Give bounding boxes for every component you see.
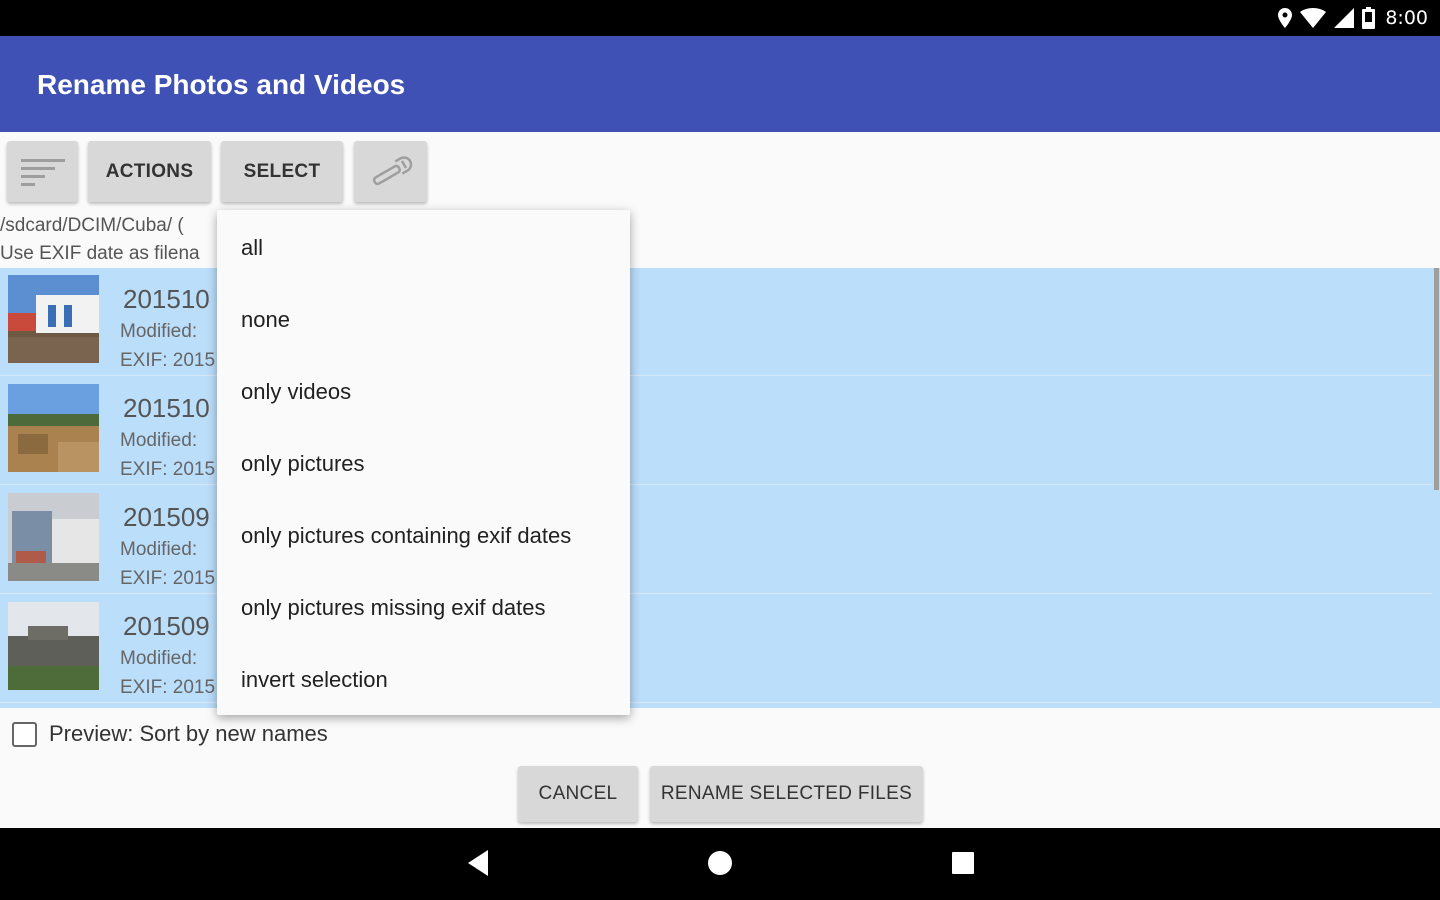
select-dropdown-menu: all none only videos only pictures only … — [217, 210, 630, 715]
status-bar: 8:00 — [0, 0, 1440, 36]
file-exif: EXIF: 2015 — [120, 459, 216, 480]
app-title: Rename Photos and Videos — [37, 69, 406, 100]
list-item[interactable]: 201510 Modified: EXIF: 2015 — [0, 268, 1432, 376]
file-exif: EXIF: 2015 — [120, 568, 216, 589]
file-thumbnail — [8, 275, 99, 363]
settings-button[interactable] — [354, 141, 427, 202]
menu-item-pictures-missing-exif[interactable]: only pictures missing exif dates — [217, 572, 630, 644]
file-name: 201510 — [123, 284, 210, 314]
wifi-icon — [1300, 8, 1327, 28]
signal-icon — [1334, 8, 1355, 28]
list-item[interactable]: 201509 Modified: EXIF: 2015 — [0, 486, 1432, 594]
list-item[interactable]: 201509 Modified: EXIF: 2015 — [0, 595, 1432, 703]
recents-icon[interactable] — [951, 851, 975, 875]
current-folder-path: /sdcard/DCIM/Cuba/ ( — [0, 215, 184, 236]
file-thumbnail — [8, 493, 99, 581]
location-icon — [1278, 8, 1293, 28]
file-exif: EXIF: 2015 — [120, 350, 216, 371]
file-name: 201509 — [123, 502, 210, 532]
menu-item-pictures-with-exif[interactable]: only pictures containing exif dates — [217, 500, 630, 572]
file-name: 201509 — [123, 611, 210, 641]
sort-lines-icon — [20, 158, 65, 186]
preview-sort-option[interactable]: Preview: Sort by new names — [12, 720, 328, 748]
file-name: 201510 — [123, 393, 210, 423]
menu-item-only-videos[interactable]: only videos — [217, 356, 630, 428]
file-modified: Modified: — [120, 321, 198, 342]
sort-button[interactable] — [7, 141, 78, 202]
list-scrollbar[interactable] — [1434, 268, 1439, 490]
rename-mode-text: Use EXIF date as filena — [0, 243, 200, 264]
file-modified: Modified: — [120, 648, 198, 669]
file-list[interactable]: 201510 Modified: EXIF: 2015 201510 Modif… — [0, 268, 1440, 708]
preview-checkbox[interactable] — [12, 721, 37, 747]
menu-item-all[interactable]: all — [217, 212, 630, 284]
select-button[interactable]: SELECT — [221, 141, 343, 202]
file-modified: Modified: — [120, 539, 198, 560]
navigation-bar — [0, 828, 1440, 900]
app-bar: Rename Photos and Videos — [0, 36, 1440, 132]
file-exif: EXIF: 2015 — [120, 677, 216, 698]
preview-label: Preview: Sort by new names — [49, 721, 328, 746]
actions-button[interactable]: ACTIONS — [88, 141, 211, 202]
cancel-button[interactable]: CANCEL — [518, 766, 638, 822]
battery-icon — [1362, 7, 1376, 29]
menu-item-none[interactable]: none — [217, 284, 630, 356]
status-icons: 8:00 — [1278, 6, 1428, 30]
list-item[interactable]: 201510 Modified: EXIF: 2015 — [0, 377, 1432, 485]
rename-selected-files-button[interactable]: RENAME SELECTED FILES — [650, 766, 923, 822]
menu-item-invert-selection[interactable]: invert selection — [217, 644, 630, 716]
file-thumbnail — [8, 384, 99, 472]
file-thumbnail — [8, 602, 99, 690]
home-icon[interactable] — [707, 850, 733, 876]
back-icon[interactable] — [466, 848, 490, 878]
file-modified: Modified: — [120, 430, 198, 451]
status-time: 8:00 — [1385, 7, 1428, 29]
menu-item-only-pictures[interactable]: only pictures — [217, 428, 630, 500]
wrench-icon — [372, 155, 412, 185]
